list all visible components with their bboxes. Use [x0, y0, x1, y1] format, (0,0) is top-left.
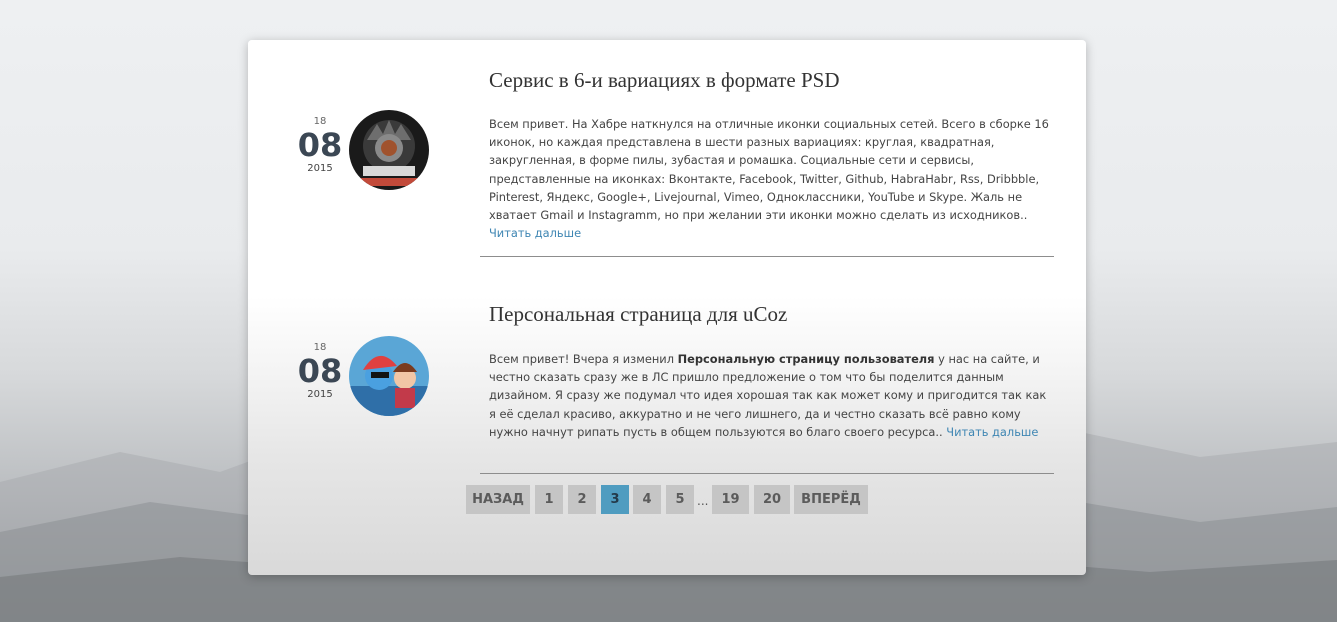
post-excerpt-text: Всем привет. На Хабре наткнулся на отлич…	[489, 117, 1049, 223]
pagination-page-button[interactable]: 2	[568, 485, 596, 514]
post-date-month: 08	[297, 352, 343, 390]
read-more-link[interactable]: Читать дальше	[489, 226, 581, 240]
post-excerpt: Всем привет! Вчера я изменил Персональну…	[489, 350, 1049, 441]
pagination-page-button[interactable]: 19	[712, 485, 749, 514]
post-date: 18 08 2015	[292, 342, 348, 400]
post-date-year: 2015	[307, 163, 333, 174]
pagination-page-button[interactable]: 4	[633, 485, 661, 514]
post-divider	[480, 473, 1054, 474]
pagination-page-button[interactable]: 20	[754, 485, 790, 514]
post-excerpt-bold-link[interactable]: Персональную страницу пользователя	[678, 352, 935, 366]
post-thumbnail[interactable]	[349, 336, 429, 416]
post-date: 18 08 2015	[292, 116, 348, 174]
post-excerpt: Всем привет. На Хабре наткнулся на отлич…	[489, 115, 1049, 242]
pagination-page-button[interactable]: 1	[535, 485, 563, 514]
pagination-ellipsis: ...	[697, 494, 709, 508]
pagination-prev-button[interactable]: НАЗАД	[466, 485, 530, 514]
post-title[interactable]: Персональная страница для uCoz	[489, 302, 787, 327]
post-date-month: 08	[297, 126, 343, 164]
post-thumbnail[interactable]	[349, 110, 429, 190]
post-excerpt-text: Всем привет! Вчера я изменил	[489, 352, 678, 366]
content-card: 18 08 2015 Сервис в 6-и вариациях в форм…	[248, 40, 1086, 575]
pagination-page-button[interactable]: 5	[666, 485, 694, 514]
pagination-next-button[interactable]: ВПЕРЁД	[794, 485, 868, 514]
read-more-link[interactable]: Читать дальше	[946, 425, 1038, 439]
post-divider	[480, 256, 1054, 257]
post-title[interactable]: Сервис в 6-и вариациях в формате PSD	[489, 68, 840, 93]
post-date-year: 2015	[307, 389, 333, 400]
pagination-page-button-current[interactable]: 3	[601, 485, 629, 514]
